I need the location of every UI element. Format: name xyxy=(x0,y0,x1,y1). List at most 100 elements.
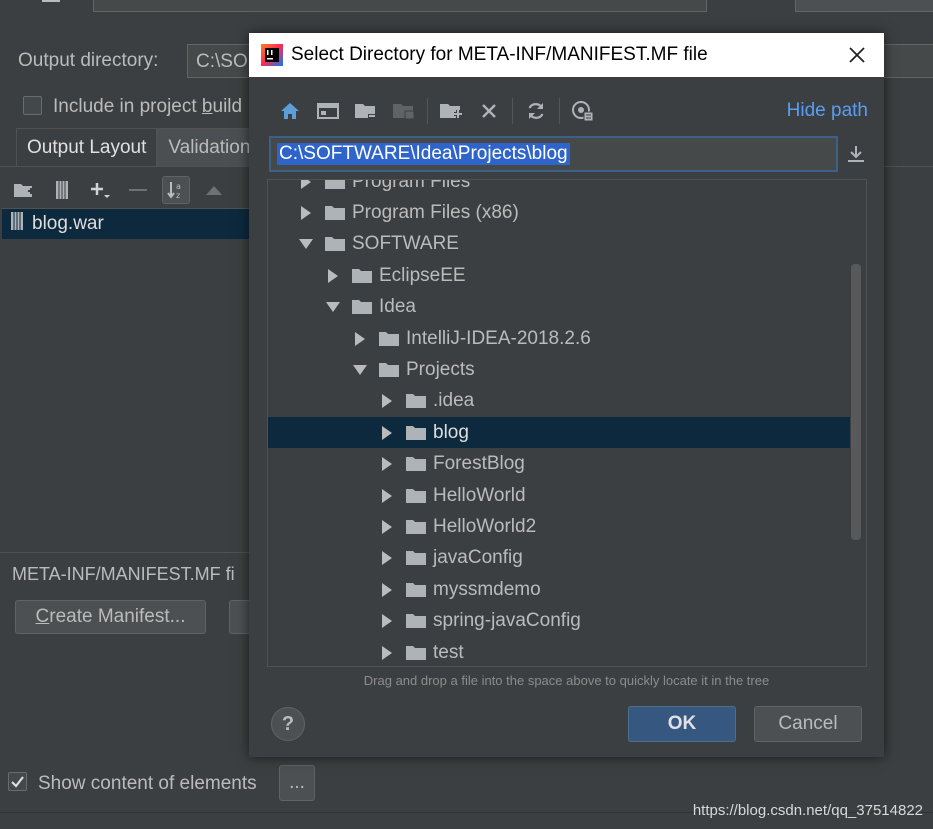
tree-node-program-files-x86[interactable]: Program Files (x86) xyxy=(268,197,850,228)
expand-arrow-icon[interactable] xyxy=(299,180,313,190)
expand-arrow-icon[interactable] xyxy=(380,425,394,441)
layout-list: blog.war xyxy=(2,208,262,549)
expand-arrow-icon[interactable] xyxy=(380,519,394,535)
collapse-arrow-icon[interactable] xyxy=(326,299,340,315)
new-folder-icon[interactable] xyxy=(10,176,38,204)
show-content-checkbox[interactable] xyxy=(8,772,27,791)
tree-node-javaconfig[interactable]: javaConfig xyxy=(268,543,850,574)
list-item[interactable]: blog.war xyxy=(2,209,262,239)
expand-arrow-icon[interactable] xyxy=(380,645,394,661)
home-button[interactable] xyxy=(275,96,305,126)
folder-icon xyxy=(325,236,345,252)
folder-icon xyxy=(406,456,426,472)
include-build-label: Include in project build xyxy=(53,96,242,118)
sort-icon[interactable]: az xyxy=(162,176,190,204)
svg-text:z: z xyxy=(176,191,180,200)
collapse-arrow-icon[interactable] xyxy=(299,236,313,252)
tree-node-label: javaConfig xyxy=(433,547,523,569)
tree-node-program-files[interactable]: Program Files xyxy=(268,179,850,197)
delete-button[interactable] xyxy=(474,96,504,126)
path-history-button[interactable] xyxy=(844,141,868,167)
tree-node-label: myssmdemo xyxy=(433,578,541,600)
name-field[interactable] xyxy=(93,0,707,12)
tree-node-idea[interactable]: .idea xyxy=(268,386,850,417)
cancel-button[interactable]: Cancel xyxy=(754,706,862,742)
dialog-title: Select Directory for META-INF/MANIFEST.M… xyxy=(291,44,708,65)
expand-arrow-icon[interactable] xyxy=(380,393,394,409)
show-hidden-button[interactable] xyxy=(568,96,598,126)
tree-node-myssmdemo[interactable]: myssmdemo xyxy=(268,574,850,605)
list-item-label: blog.war xyxy=(32,213,104,234)
expand-arrow-icon[interactable] xyxy=(380,456,394,472)
tree-node-software[interactable]: SOFTWARE xyxy=(268,229,850,260)
tree-node-label: HelloWorld xyxy=(433,484,526,506)
add-icon[interactable] xyxy=(86,176,114,204)
expand-arrow-icon[interactable] xyxy=(299,205,313,221)
tree-node-forestblog[interactable]: ForestBlog xyxy=(268,449,850,480)
folder-icon xyxy=(406,550,426,566)
folder-icon xyxy=(352,268,372,284)
tree-node-label: Program Files xyxy=(352,179,471,192)
folder-icon xyxy=(379,362,399,378)
expand-arrow-icon[interactable] xyxy=(353,331,367,347)
module-directory-button[interactable] xyxy=(389,96,419,126)
toolbar-separator xyxy=(427,98,428,124)
tree-node-blog[interactable]: blog xyxy=(268,417,850,449)
new-folder-icon xyxy=(440,104,462,118)
tree-node-helloworld2[interactable]: HelloWorld2 xyxy=(268,511,850,542)
path-input[interactable]: C:\SOFTWARE\Idea\Projects\blog xyxy=(269,136,838,172)
ellipsis-button[interactable]: ... xyxy=(279,765,315,801)
folder-icon xyxy=(325,205,345,221)
new-folder-button[interactable] xyxy=(436,96,466,126)
include-build-checkbox[interactable] xyxy=(23,96,42,115)
tree-scrollbar[interactable] xyxy=(851,264,861,540)
close-button[interactable] xyxy=(844,42,870,68)
folder-icon xyxy=(406,613,426,629)
tree-node-label: spring-javaConfig xyxy=(433,610,581,632)
expand-arrow-icon[interactable] xyxy=(380,582,394,598)
refresh-button[interactable] xyxy=(521,96,551,126)
create-manifest-mnemonic: C xyxy=(35,606,50,627)
directory-tree[interactable]: test spring-javaConfig myssmdemo javaConfig… xyxy=(267,179,867,667)
tree-node-helloworld[interactable]: HelloWorld xyxy=(268,480,850,511)
help-button[interactable]: ? xyxy=(271,707,305,741)
expand-arrow-icon[interactable] xyxy=(380,613,394,629)
ok-button[interactable]: OK xyxy=(628,706,736,742)
dialog-toolbar xyxy=(275,95,606,127)
expand-arrow-icon[interactable] xyxy=(380,550,394,566)
tree-node-label: ForestBlog xyxy=(433,453,525,475)
top-dash xyxy=(42,0,60,2)
show-hidden-files-icon xyxy=(572,101,594,122)
tree-node-label: Idea xyxy=(379,296,416,318)
collapse-arrow-icon[interactable] xyxy=(353,362,367,378)
tree-node-label: Program Files (x86) xyxy=(352,201,519,223)
hide-path-link[interactable]: Hide path xyxy=(787,100,868,122)
tree-node-test[interactable]: test xyxy=(268,637,850,666)
tree-node-spring-javaconfig[interactable]: spring-javaConfig xyxy=(268,606,850,637)
tree-node-idea[interactable]: Idea xyxy=(268,292,850,323)
tree-node-label: blog xyxy=(433,421,469,443)
archive-icon[interactable] xyxy=(48,176,76,204)
remove-icon[interactable] xyxy=(124,176,152,204)
desktop-icon xyxy=(317,103,339,119)
checkmark-icon xyxy=(11,776,24,788)
tab-output-layout[interactable]: Output Layout xyxy=(16,128,158,166)
tree-node-projects[interactable]: Projects xyxy=(268,354,850,385)
dialog-titlebar[interactable]: Select Directory for META-INF/MANIFEST.M… xyxy=(249,33,884,77)
tree-node-eclipseee[interactable]: EclipseEE xyxy=(268,260,850,291)
project-directory-button[interactable] xyxy=(351,96,381,126)
svg-text:a: a xyxy=(176,182,181,191)
type-field[interactable] xyxy=(795,0,933,12)
tab-validation[interactable]: Validation xyxy=(157,128,262,166)
expand-arrow-icon[interactable] xyxy=(380,488,394,504)
tree-node-intellij-idea-2018-2-6[interactable]: IntelliJ-IDEA-2018.2.6 xyxy=(268,323,850,354)
expand-arrow-icon[interactable] xyxy=(326,268,340,284)
panel-divider xyxy=(0,552,260,553)
create-manifest-button[interactable]: Create Manifest... xyxy=(15,600,206,634)
tree-node-label: Projects xyxy=(406,358,475,380)
desktop-button[interactable] xyxy=(313,96,343,126)
folder-icon xyxy=(325,180,345,190)
watermark: https://blog.csdn.net/qq_37514822 xyxy=(692,802,923,819)
folder-icon xyxy=(406,519,426,535)
move-up-icon[interactable] xyxy=(200,176,228,204)
